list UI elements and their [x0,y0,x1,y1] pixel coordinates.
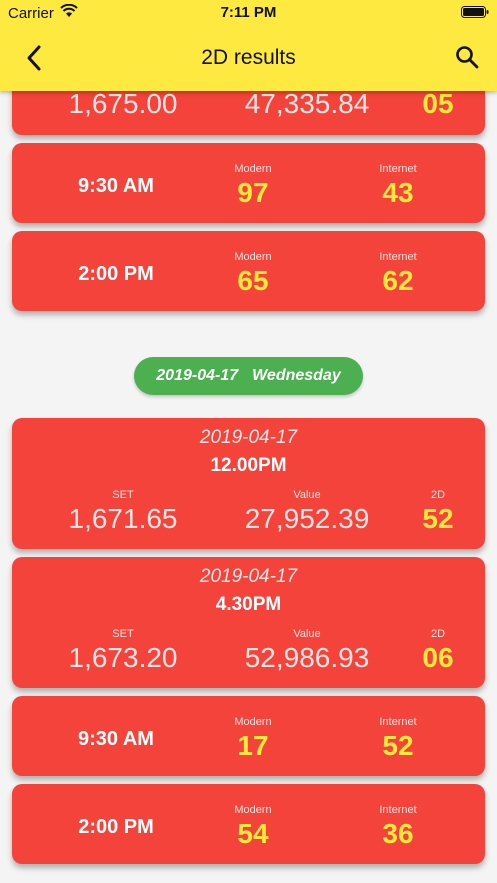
twod-number: 05 [422,88,454,119]
set-value: 1,671.65 [68,503,178,534]
internet-number: 52 [382,730,414,761]
search-icon[interactable] [455,45,479,69]
battery-icon [461,6,489,18]
modern-number: 17 [237,730,269,761]
twod-number: 06 [422,642,454,673]
value-label: Value [293,628,321,640]
time-card[interactable]: 9:30 AM Modern 17 Internet 52 [12,696,485,776]
value-label: Value [293,489,321,501]
status-time: 7:11 PM [220,4,277,21]
internet-label: Internet [379,804,417,816]
modern-label: Modern [234,251,272,263]
result-date: 2019-04-17 [199,427,298,448]
value-amount: 27,952.39 [244,503,370,534]
set-value: 1,675.00 [68,88,178,119]
internet-number: 36 [382,818,414,849]
time-label: 2:00 PM [78,263,154,285]
time-label: 9:30 AM [78,728,154,750]
internet-label: Internet [379,163,417,175]
time-label: 9:30 AM [78,175,154,197]
result-date: 2019-04-17 [199,566,298,587]
status-bar: Carrier 7:11 PM [0,0,497,28]
result-session: 12.00PM [210,455,287,476]
app-bar: Carrier 7:11 PM 2D results [0,0,497,91]
modern-label: Modern [234,716,272,728]
result-session: 4.30PM [215,594,282,615]
modern-number: 54 [237,818,269,849]
modern-number: 65 [237,265,269,296]
set-label: SET [112,489,134,501]
twod-label: 2D [430,489,446,501]
internet-label: Internet [379,251,417,263]
page-title: 2D results [201,46,296,69]
date-header-day: Wednesday [252,367,341,384]
value-amount: 52,986.93 [244,642,370,673]
modern-label: Modern [234,163,272,175]
time-card[interactable]: 2:00 PM Modern 54 Internet 36 [12,784,485,864]
twod-number: 52 [422,503,454,534]
internet-label: Internet [379,716,417,728]
result-card[interactable]: 2019-04-17 4.30PM SET 1,673.20 Value 52,… [12,557,485,688]
date-header-date: 2019-04-17 [156,367,239,384]
value-amount: 47,335.84 [244,88,370,119]
time-label: 2:00 PM [78,816,154,838]
internet-number: 62 [382,265,414,296]
result-card[interactable]: 2019-04-17 12.00PM SET 1,671.65 Value 27… [12,418,485,549]
time-card[interactable]: 9:30 AM Modern 97 Internet 43 [12,143,485,223]
modern-label: Modern [234,804,272,816]
twod-label: 2D [430,628,446,640]
set-value: 1,673.20 [68,642,178,673]
internet-number: 43 [382,177,414,208]
set-label: SET [112,628,134,640]
modern-number: 97 [237,177,269,208]
time-card[interactable]: 2:00 PM Modern 65 Internet 62 [12,231,485,311]
date-header-chip: 2019-04-17 Wednesday [134,357,363,395]
